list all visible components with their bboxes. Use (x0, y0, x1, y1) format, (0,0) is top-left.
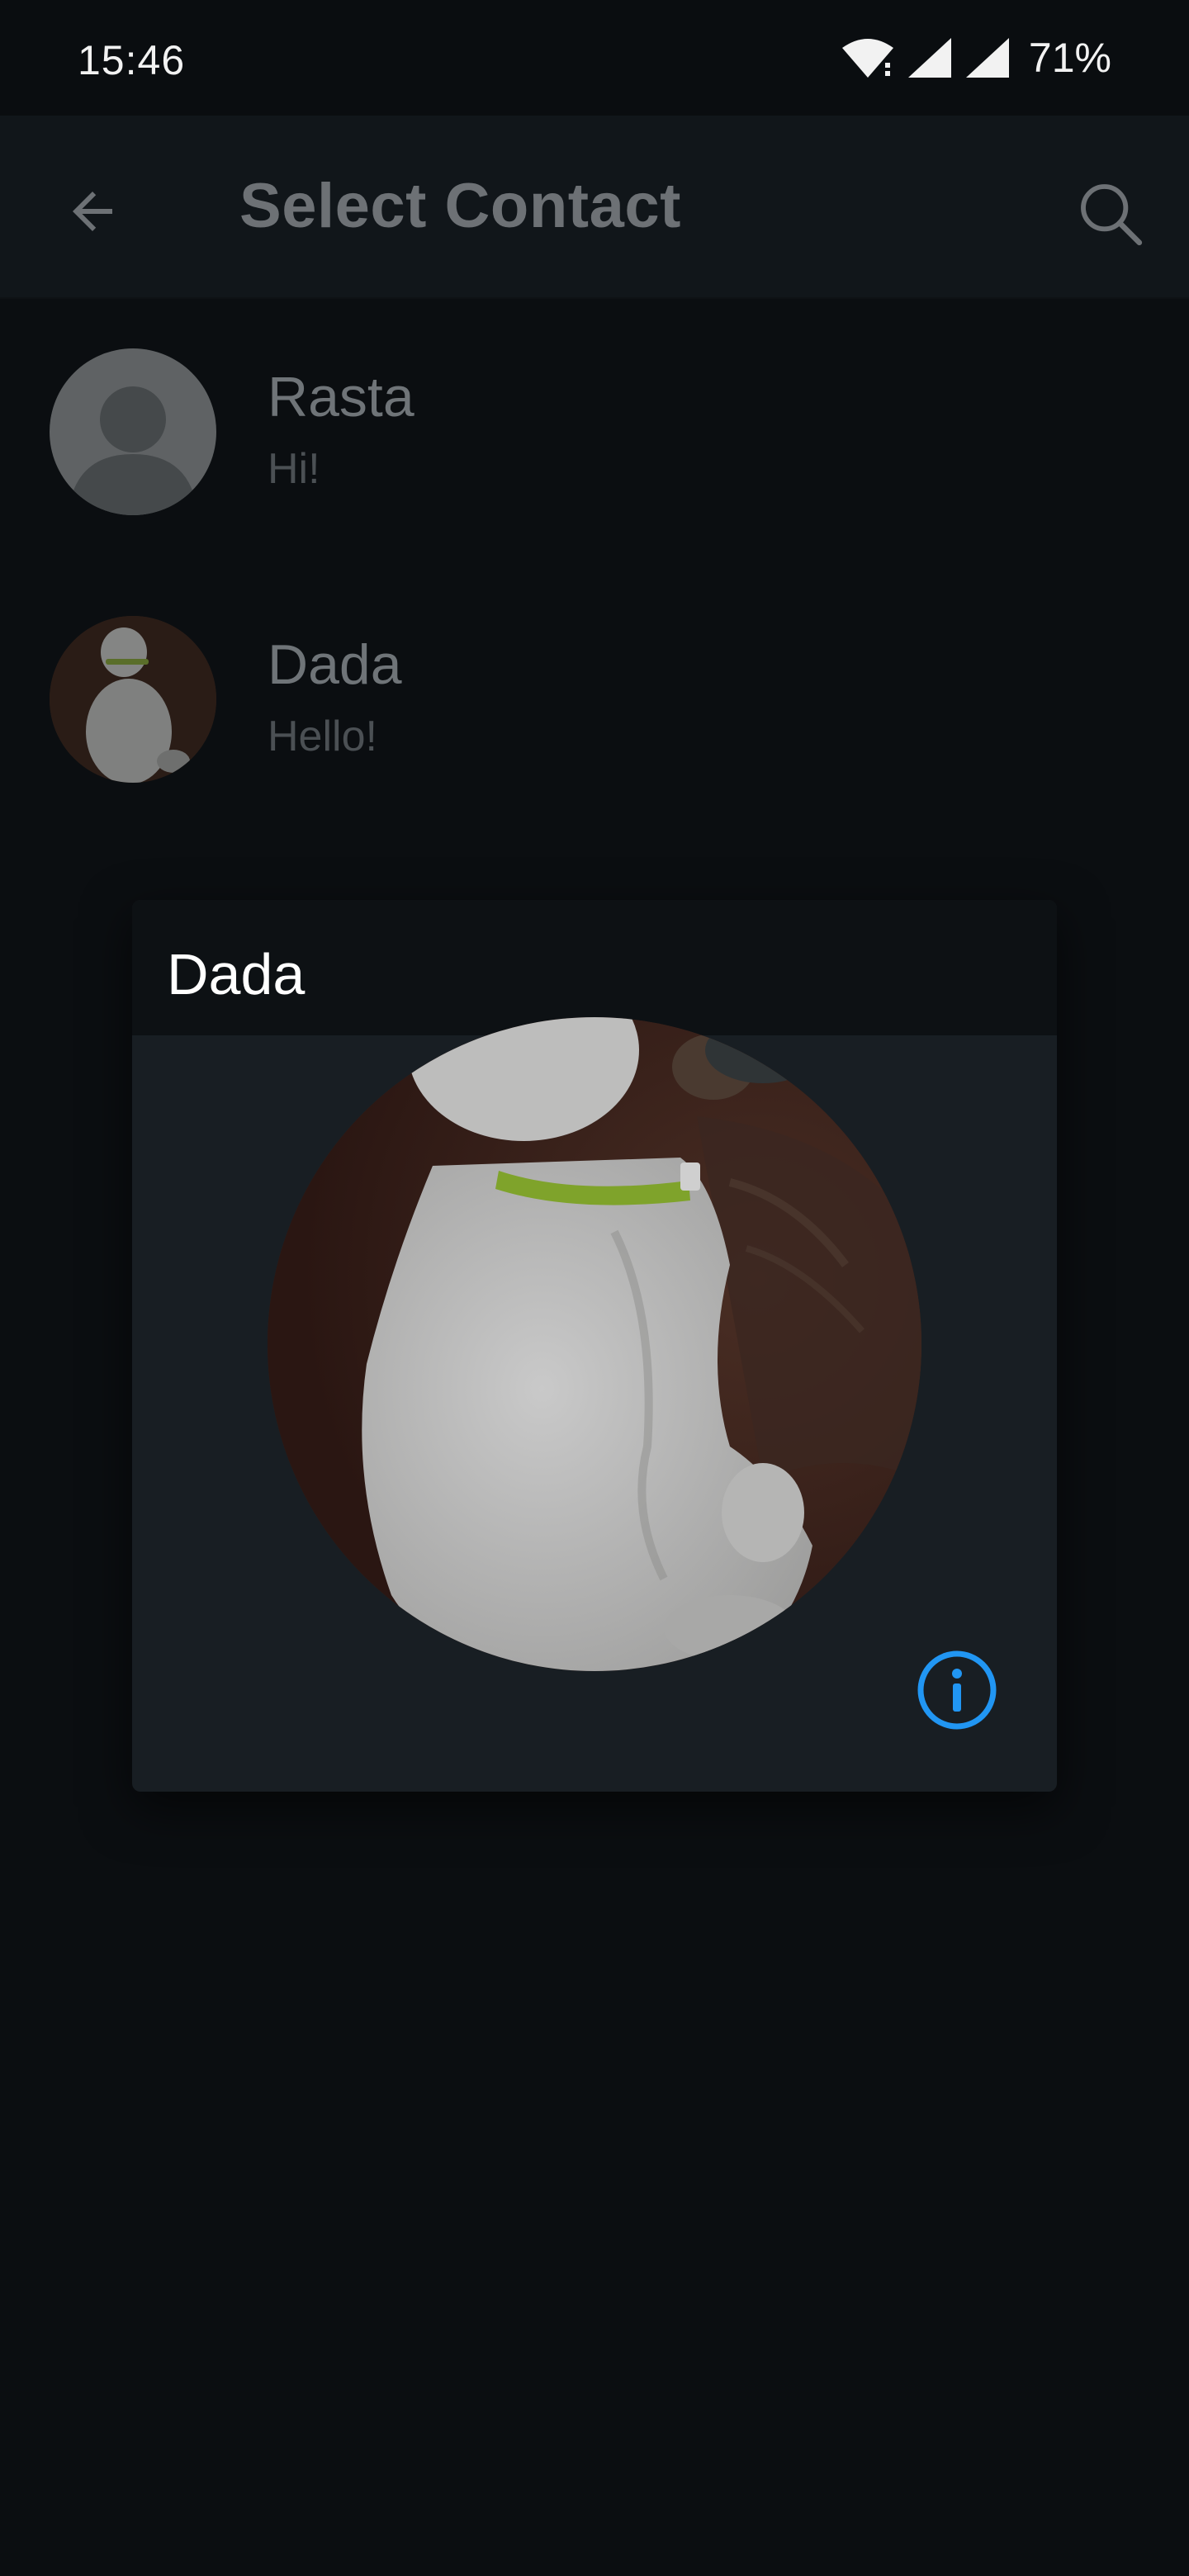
signal-icon (907, 36, 953, 79)
status-bar: 15:46 71% (0, 0, 1189, 116)
profile-photo[interactable] (268, 1017, 921, 1671)
info-button[interactable] (912, 1646, 1002, 1737)
default-person-icon (68, 386, 198, 515)
wifi-icon (841, 36, 895, 79)
contact-name: Rasta (268, 366, 414, 429)
contact-row[interactable]: Rasta Hi! (0, 299, 1189, 566)
contact-row[interactable]: Dada Hello! (0, 566, 1189, 834)
cat-photo (268, 1017, 921, 1671)
search-icon (1074, 178, 1147, 254)
app-bar: Select Contact (0, 116, 1189, 299)
cat-photo (50, 616, 216, 783)
signal-icon (964, 36, 1011, 79)
page-title: Select Contact (239, 171, 681, 241)
contact-message: Hi! (268, 445, 320, 493)
contact-list: Rasta Hi! Dada Hello! (0, 299, 1189, 834)
back-button[interactable] (51, 172, 134, 254)
dialog-header: Dada (132, 900, 1057, 1035)
arrow-back-icon (63, 182, 122, 245)
search-button[interactable] (1065, 170, 1156, 261)
status-icons: 71% (841, 33, 1111, 83)
info-icon (916, 1649, 998, 1735)
contact-message: Hello! (268, 713, 377, 760)
contact-name: Dada (268, 633, 402, 696)
screen: 15:46 71% Select Contact Rasta Hi! Dada … (0, 0, 1189, 2576)
dialog-title: Dada (167, 942, 306, 1006)
avatar (50, 616, 216, 783)
avatar (50, 348, 216, 515)
profile-dialog: Dada (132, 900, 1057, 1792)
battery-percent: 71% (1028, 35, 1111, 81)
status-time: 15:46 (78, 37, 186, 83)
